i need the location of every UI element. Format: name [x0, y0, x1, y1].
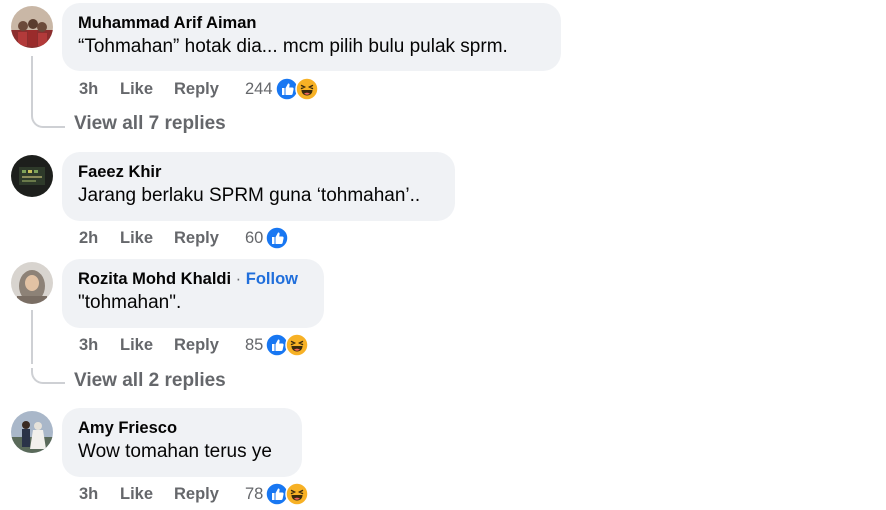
avatar[interactable] [11, 411, 53, 453]
comment-bubble: Amy Friesco Wow tomahan terus ye [62, 408, 302, 477]
comment-bubble: Muhammad Arif Aiman “Tohmahan” hotak dia… [62, 3, 561, 71]
reactions[interactable] [265, 482, 310, 506]
comment-text: Jarang berlaku SPRM guna ‘tohmahan’.. [78, 185, 421, 206]
like-button[interactable]: Like [120, 80, 174, 99]
reactions[interactable] [274, 77, 319, 101]
comment-actions: 3h Like Reply 85 [79, 333, 310, 357]
follow-button[interactable]: Follow [246, 270, 298, 288]
comment-text: “Tohmahan” hotak dia... mcm pilih bulu p… [78, 36, 508, 57]
reply-button[interactable]: Reply [174, 80, 245, 99]
reaction-count[interactable]: 78 [245, 485, 263, 504]
comment-bubble: Faeez Khir Jarang berlaku SPRM guna ‘toh… [62, 152, 455, 221]
view-replies-link[interactable]: View all 7 replies [74, 113, 226, 135]
comment-time[interactable]: 3h [79, 485, 120, 504]
comment-author[interactable]: Rozita Mohd Khaldi [78, 270, 231, 288]
comment-time[interactable]: 2h [79, 229, 120, 248]
like-icon [265, 226, 290, 250]
comment-actions: 2h Like Reply 60 [79, 226, 290, 250]
thread-line [31, 310, 33, 364]
thread-line [31, 56, 33, 112]
avatar[interactable] [11, 155, 53, 197]
view-replies-link[interactable]: View all 2 replies [74, 370, 226, 392]
thread-connector [31, 112, 65, 128]
like-button[interactable]: Like [120, 336, 174, 355]
reactions[interactable] [265, 333, 310, 357]
reaction-count[interactable]: 85 [245, 336, 263, 355]
avatar[interactable] [11, 262, 53, 304]
reply-button[interactable]: Reply [174, 229, 245, 248]
like-button[interactable]: Like [120, 229, 174, 248]
reaction-count[interactable]: 244 [245, 80, 273, 99]
thread-connector [31, 368, 65, 384]
haha-icon [285, 333, 310, 357]
comment-actions: 3h Like Reply 78 [79, 482, 310, 506]
separator-dot: · [231, 270, 246, 288]
comment-author[interactable]: Muhammad Arif Aiman [78, 12, 545, 34]
comment-author[interactable]: Faeez Khir [78, 161, 439, 183]
reaction-count[interactable]: 60 [245, 229, 263, 248]
comment-author-row: Rozita Mohd Khaldi · Follow [78, 268, 308, 290]
like-button[interactable]: Like [120, 485, 174, 504]
avatar[interactable] [11, 6, 53, 48]
comment-time[interactable]: 3h [79, 80, 120, 99]
reply-button[interactable]: Reply [174, 485, 245, 504]
reply-button[interactable]: Reply [174, 336, 245, 355]
haha-icon [285, 482, 310, 506]
comment-author[interactable]: Amy Friesco [78, 417, 286, 439]
comment-bubble: Rozita Mohd Khaldi · Follow "tohmahan". [62, 259, 324, 328]
comment-actions: 3h Like Reply 244 [79, 77, 319, 101]
comment-time[interactable]: 3h [79, 336, 120, 355]
reactions[interactable] [265, 226, 290, 250]
haha-icon [294, 77, 319, 101]
comment-text: "tohmahan". [78, 292, 182, 313]
comment-text: Wow tomahan terus ye [78, 441, 272, 462]
